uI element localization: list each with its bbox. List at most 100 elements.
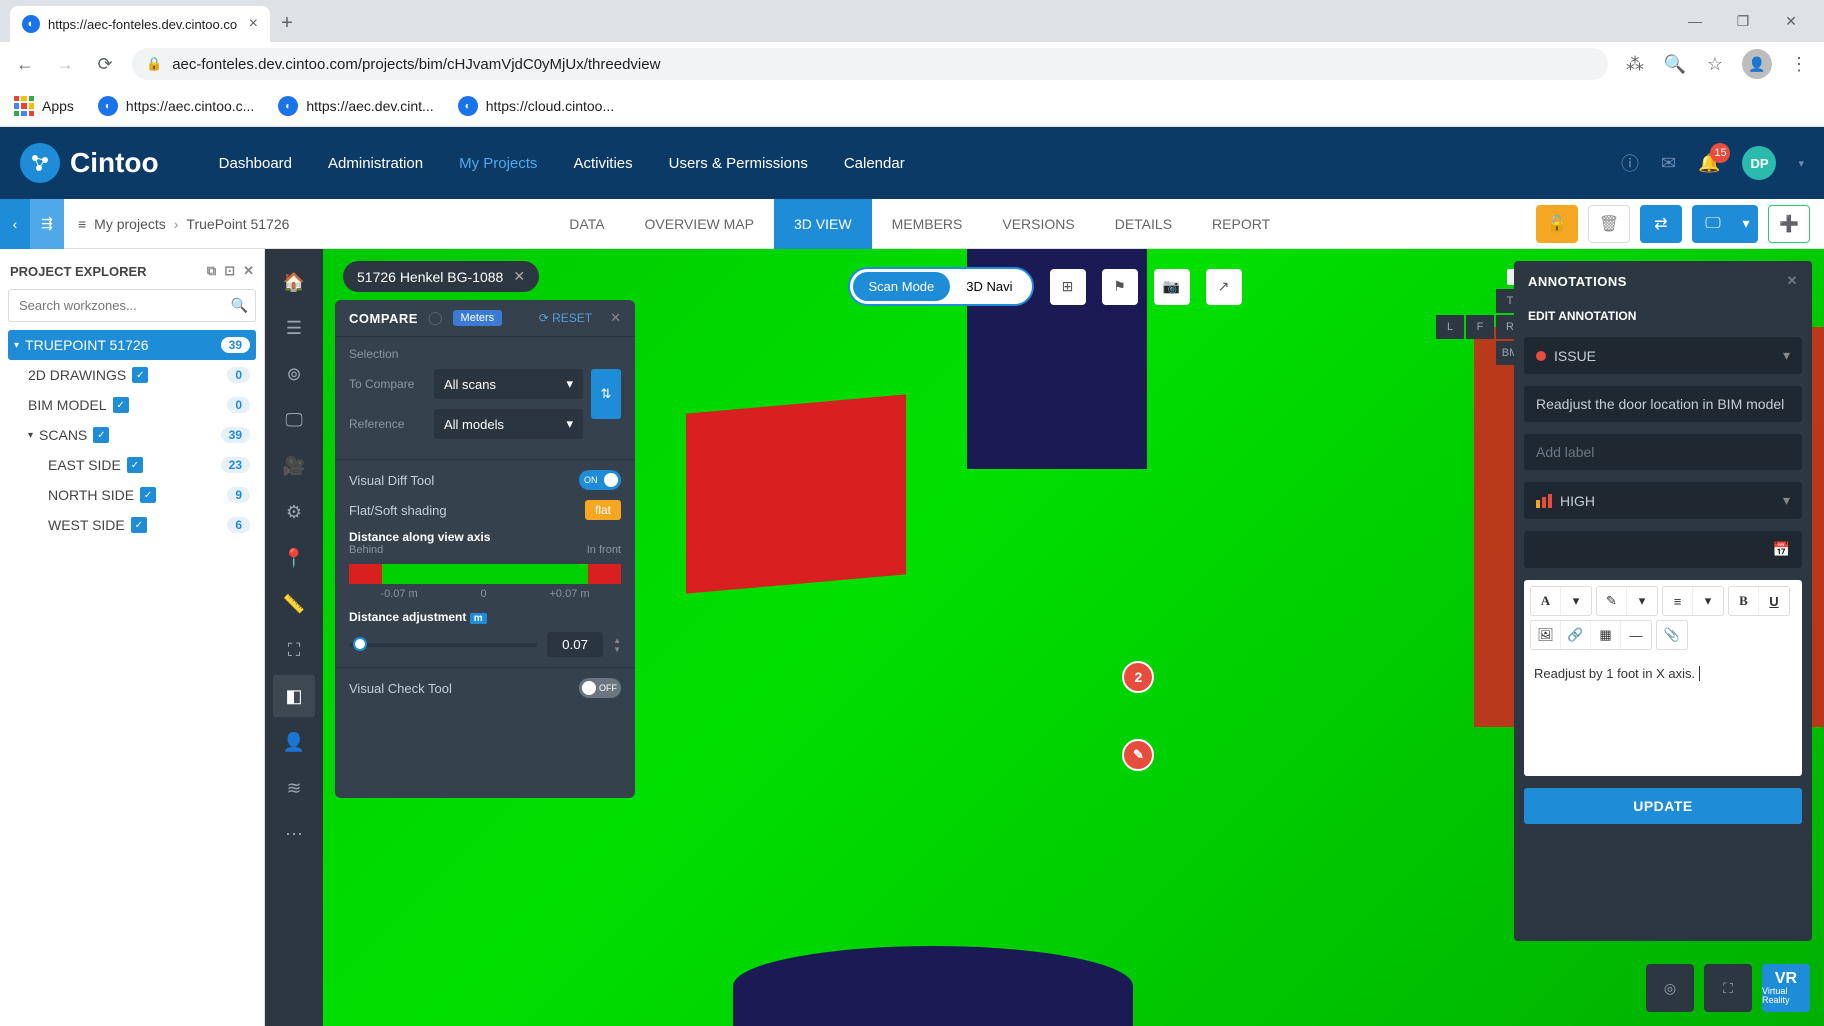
rte-hr-button[interactable]: —	[1621, 621, 1651, 649]
scan-chip[interactable]: 51726 Henkel BG-1088 ✕	[343, 261, 539, 292]
checkbox-icon[interactable]: ✓	[132, 367, 148, 383]
annotation-marker-2[interactable]: 2	[1122, 661, 1154, 693]
star-icon[interactable]: ☆	[1702, 51, 1728, 77]
delete-button[interactable]: 🗑	[1588, 205, 1630, 243]
3d-viewport[interactable]: 2 ✎ 🏠 ☰ ⊚ 🖵 🎥 ⚙ 📍 📏 ⛶ ◧ 👤 ≋ ⋯ 51726 Henk…	[265, 249, 1824, 1026]
maximize-button[interactable]: ❐	[1720, 5, 1766, 37]
rte-align-dd[interactable]: ▾	[1693, 587, 1723, 615]
rte-video-button[interactable]: ▦	[1591, 621, 1621, 649]
spinner-up[interactable]: ▲	[613, 636, 621, 645]
rte-image-button[interactable]: 🖼	[1531, 621, 1561, 649]
back-button[interactable]: ←	[12, 51, 38, 77]
apps-button[interactable]: Apps	[14, 96, 74, 116]
rte-link-button[interactable]: 🔗	[1561, 621, 1591, 649]
rte-underline-button[interactable]: U	[1759, 587, 1789, 615]
tab-data[interactable]: DATA	[549, 199, 624, 249]
annotation-marker-edit[interactable]: ✎	[1122, 739, 1154, 771]
update-button[interactable]: UPDATE	[1524, 788, 1802, 824]
expand-icon[interactable]: ⊡	[224, 263, 235, 279]
layers-tool[interactable]: ☰	[273, 307, 315, 349]
rte-attach-button[interactable]: 📎	[1657, 621, 1687, 649]
close-window-button[interactable]: ✕	[1768, 5, 1814, 37]
grid-icon[interactable]: ⊞	[1050, 269, 1086, 305]
browser-tab[interactable]: ◐ https://aec-fonteles.dev.cintoo.co ×	[10, 6, 270, 42]
crop-tool[interactable]: ⛶	[273, 629, 315, 671]
unit-toggle-icon[interactable]: ◯	[428, 310, 443, 326]
nav-administration[interactable]: Administration	[328, 155, 423, 172]
tree-scans[interactable]: ▾ SCANS ✓ 39	[8, 420, 256, 450]
nav-dashboard[interactable]: Dashboard	[219, 155, 292, 172]
checkbox-icon[interactable]: ✓	[113, 397, 129, 413]
tree-bim-model[interactable]: BIM MODEL ✓ 0	[8, 390, 256, 420]
bookmark-1[interactable]: ◐https://aec.cintoo.c...	[98, 96, 254, 116]
nav-myprojects[interactable]: My Projects	[459, 155, 537, 172]
ruler-tool[interactable]: 📏	[273, 583, 315, 625]
tab-versions[interactable]: VERSIONS	[982, 199, 1094, 249]
nav-users[interactable]: Users & Permissions	[669, 155, 808, 172]
settings-tool[interactable]: ⚙	[273, 491, 315, 533]
tab-report[interactable]: REPORT	[1192, 199, 1290, 249]
person-tool[interactable]: 👤	[273, 721, 315, 763]
translate-icon[interactable]: ⁂	[1622, 51, 1648, 77]
bookmark-3[interactable]: ◐https://cloud.cintoo...	[458, 96, 614, 116]
distance-slider[interactable]	[349, 643, 537, 647]
rte-bold-button[interactable]: B	[1729, 587, 1759, 615]
tab-overview[interactable]: OVERVIEW MAP	[625, 199, 774, 249]
close-tab-icon[interactable]: ×	[249, 15, 258, 33]
unit-chip[interactable]: Meters	[453, 310, 503, 326]
checkbox-icon[interactable]: ✓	[140, 487, 156, 503]
nav-calendar[interactable]: Calendar	[844, 155, 905, 172]
rte-font-button[interactable]: A	[1531, 587, 1561, 615]
close-compare-icon[interactable]: ✕	[610, 310, 621, 326]
profile-button[interactable]: 👤	[1742, 49, 1772, 79]
globe-tool[interactable]: ⊚	[273, 353, 315, 395]
camera-tool[interactable]: 🎥	[273, 445, 315, 487]
more-tool[interactable]: ⋯	[273, 813, 315, 855]
minimize-button[interactable]: —	[1672, 5, 1718, 37]
home-tool[interactable]: 🏠	[273, 261, 315, 303]
spinner-down[interactable]: ▼	[613, 645, 621, 654]
compare-tool[interactable]: ◧	[273, 675, 315, 717]
tab-members[interactable]: MEMBERS	[872, 199, 983, 249]
bell-icon[interactable]: 🔔15	[1698, 153, 1720, 174]
priority-select[interactable]: HIGH	[1524, 482, 1802, 519]
breadcrumb-current[interactable]: TruePoint 51726	[186, 216, 289, 232]
visual-check-toggle[interactable]: OFF	[579, 678, 621, 698]
tab-details[interactable]: DETAILS	[1095, 199, 1192, 249]
info-icon[interactable]: ⓘ	[1621, 150, 1639, 176]
checkbox-icon[interactable]: ✓	[93, 427, 109, 443]
cube-front[interactable]: F	[1466, 315, 1494, 339]
add-button[interactable]: ➕	[1768, 205, 1810, 243]
checkbox-icon[interactable]: ✓	[131, 517, 147, 533]
forward-button[interactable]: →	[52, 51, 78, 77]
annotation-editor[interactable]: Readjust by 1 foot in X axis.	[1524, 656, 1802, 776]
flat-shading-button[interactable]: flat	[585, 500, 621, 520]
distance-input[interactable]	[547, 632, 603, 657]
present-dropdown[interactable]: ▾	[1734, 205, 1758, 243]
tree-north-side[interactable]: NORTH SIDE ✓ 9	[8, 480, 256, 510]
flag-icon[interactable]: ⚑	[1102, 269, 1138, 305]
stack-tool[interactable]: ≋	[273, 767, 315, 809]
reference-select[interactable]: All models▾	[434, 409, 583, 439]
swap-button[interactable]: ⇄	[1640, 205, 1682, 243]
new-tab-button[interactable]: +	[270, 6, 304, 40]
rte-color-button[interactable]: ✎	[1597, 587, 1627, 615]
vr-button[interactable]: VR Virtual Reality	[1762, 964, 1810, 1012]
tree-2d-drawings[interactable]: 2D DRAWINGS ✓ 0	[8, 360, 256, 390]
zoom-icon[interactable]: 🔍	[1662, 51, 1688, 77]
visual-diff-toggle[interactable]: ON	[579, 470, 621, 490]
rte-color-dd[interactable]: ▾	[1627, 587, 1657, 615]
tree-west-side[interactable]: WEST SIDE ✓ 6	[8, 510, 256, 540]
reset-button[interactable]: ⟳ RESET	[539, 311, 592, 325]
search-input[interactable]	[8, 289, 256, 322]
unlock-button[interactable]: 🔓	[1536, 205, 1578, 243]
menu-button[interactable]: ⋮	[1786, 51, 1812, 77]
snapshot-icon[interactable]: 📷	[1154, 269, 1190, 305]
close-chip-icon[interactable]: ✕	[513, 268, 525, 285]
tab-3dview[interactable]: 3D VIEW	[774, 199, 872, 249]
annotation-label-field[interactable]: Add label	[1524, 434, 1802, 470]
pin-tool[interactable]: 📍	[273, 537, 315, 579]
checkbox-icon[interactable]: ✓	[127, 457, 143, 473]
to-compare-select[interactable]: All scans▾	[434, 369, 583, 399]
back-crumb-button[interactable]: ‹	[0, 199, 30, 249]
